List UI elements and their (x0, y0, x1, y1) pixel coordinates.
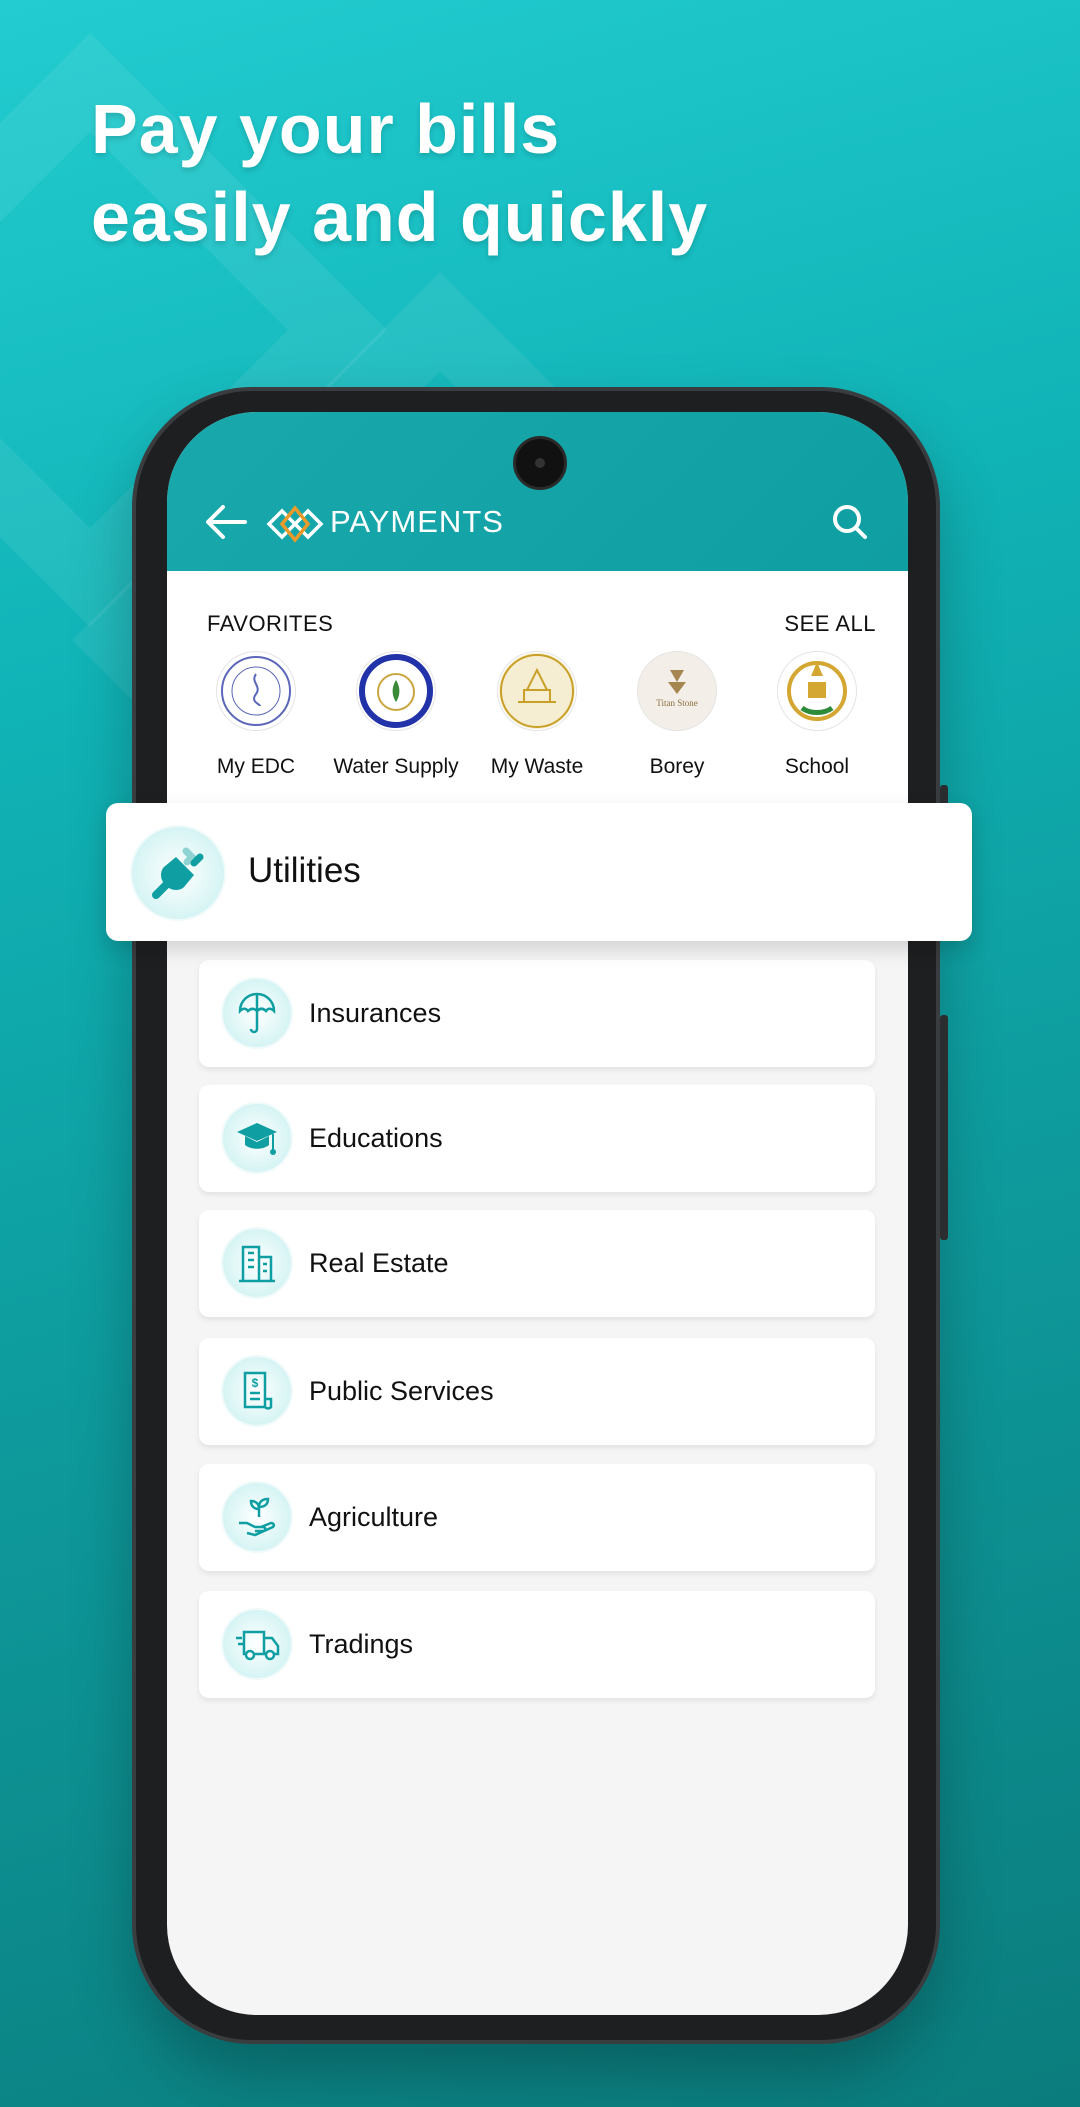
category-tradings[interactable]: Tradings (199, 1591, 875, 1698)
my-waste-logo (497, 651, 577, 731)
svg-text:$: $ (252, 1376, 259, 1390)
favorite-item-borey[interactable]: Titan Stone Borey (607, 651, 747, 779)
school-logo (777, 651, 857, 731)
favorites-section: FAVORITES SEE ALL My EDC Water Supply My… (167, 571, 908, 811)
category-label: Tradings (309, 1629, 414, 1659)
favorite-name: School (784, 755, 850, 778)
favorite-item-water-supply[interactable]: Water Supply (326, 651, 466, 779)
favorite-item-my-waste[interactable]: My Waste (467, 651, 607, 779)
favorite-item-my-edc[interactable]: My EDC (186, 651, 326, 779)
bill-document-icon: $ (221, 1355, 293, 1427)
graduation-cap-icon (221, 1102, 293, 1174)
category-label: Educations (309, 1123, 443, 1153)
category-label: Real Estate (309, 1248, 449, 1278)
category-label: Insurances (309, 998, 442, 1028)
category-public-services[interactable]: $ Public Services (199, 1338, 875, 1445)
svg-text:Titan Stone: Titan Stone (656, 698, 697, 708)
category-agriculture[interactable]: Agriculture (199, 1464, 875, 1571)
plant-hand-icon (221, 1481, 293, 1553)
category-label: Agriculture (309, 1502, 439, 1532)
building-icon (221, 1227, 293, 1299)
category-real-estate[interactable]: Real Estate (199, 1210, 875, 1317)
headline-line-1: Pay your bills (91, 90, 561, 168)
favorite-name: Water Supply (333, 755, 459, 778)
favorite-name: My EDC (216, 755, 296, 778)
category-educations[interactable]: Educations (199, 1085, 875, 1192)
category-insurances[interactable]: Insurances (199, 960, 875, 1067)
favorite-name: Borey (649, 755, 705, 778)
edc-logo (216, 651, 296, 731)
delivery-truck-icon (221, 1608, 293, 1680)
phone-side-button (940, 1015, 948, 1240)
plug-icon (130, 825, 226, 921)
arrow-left-icon[interactable] (205, 504, 247, 540)
app-header: PAYMENTS (167, 412, 908, 571)
category-label: Public Services (309, 1376, 494, 1406)
favorite-name: My Waste (490, 755, 584, 778)
front-camera (513, 436, 567, 490)
brand-logo-icon (266, 505, 324, 543)
umbrella-icon (221, 977, 293, 1049)
headline-line-2: easily and quickly (91, 178, 709, 256)
favorites-label: FAVORITES (207, 611, 334, 636)
page-title: PAYMENTS (330, 504, 504, 539)
favorite-item-school[interactable]: School (747, 651, 887, 779)
headline: Pay your bills easily and quickly (91, 85, 708, 261)
category-label: Utilities (248, 851, 361, 890)
water-supply-logo (356, 651, 436, 731)
category-utilities-highlighted[interactable]: Utilities (106, 803, 972, 941)
see-all-link[interactable]: SEE ALL (784, 611, 876, 637)
search-icon[interactable] (830, 502, 870, 542)
phone-screen: PAYMENTS FAVORITES SEE ALL My EDC Water … (167, 412, 908, 2015)
borey-logo: Titan Stone (637, 651, 717, 731)
